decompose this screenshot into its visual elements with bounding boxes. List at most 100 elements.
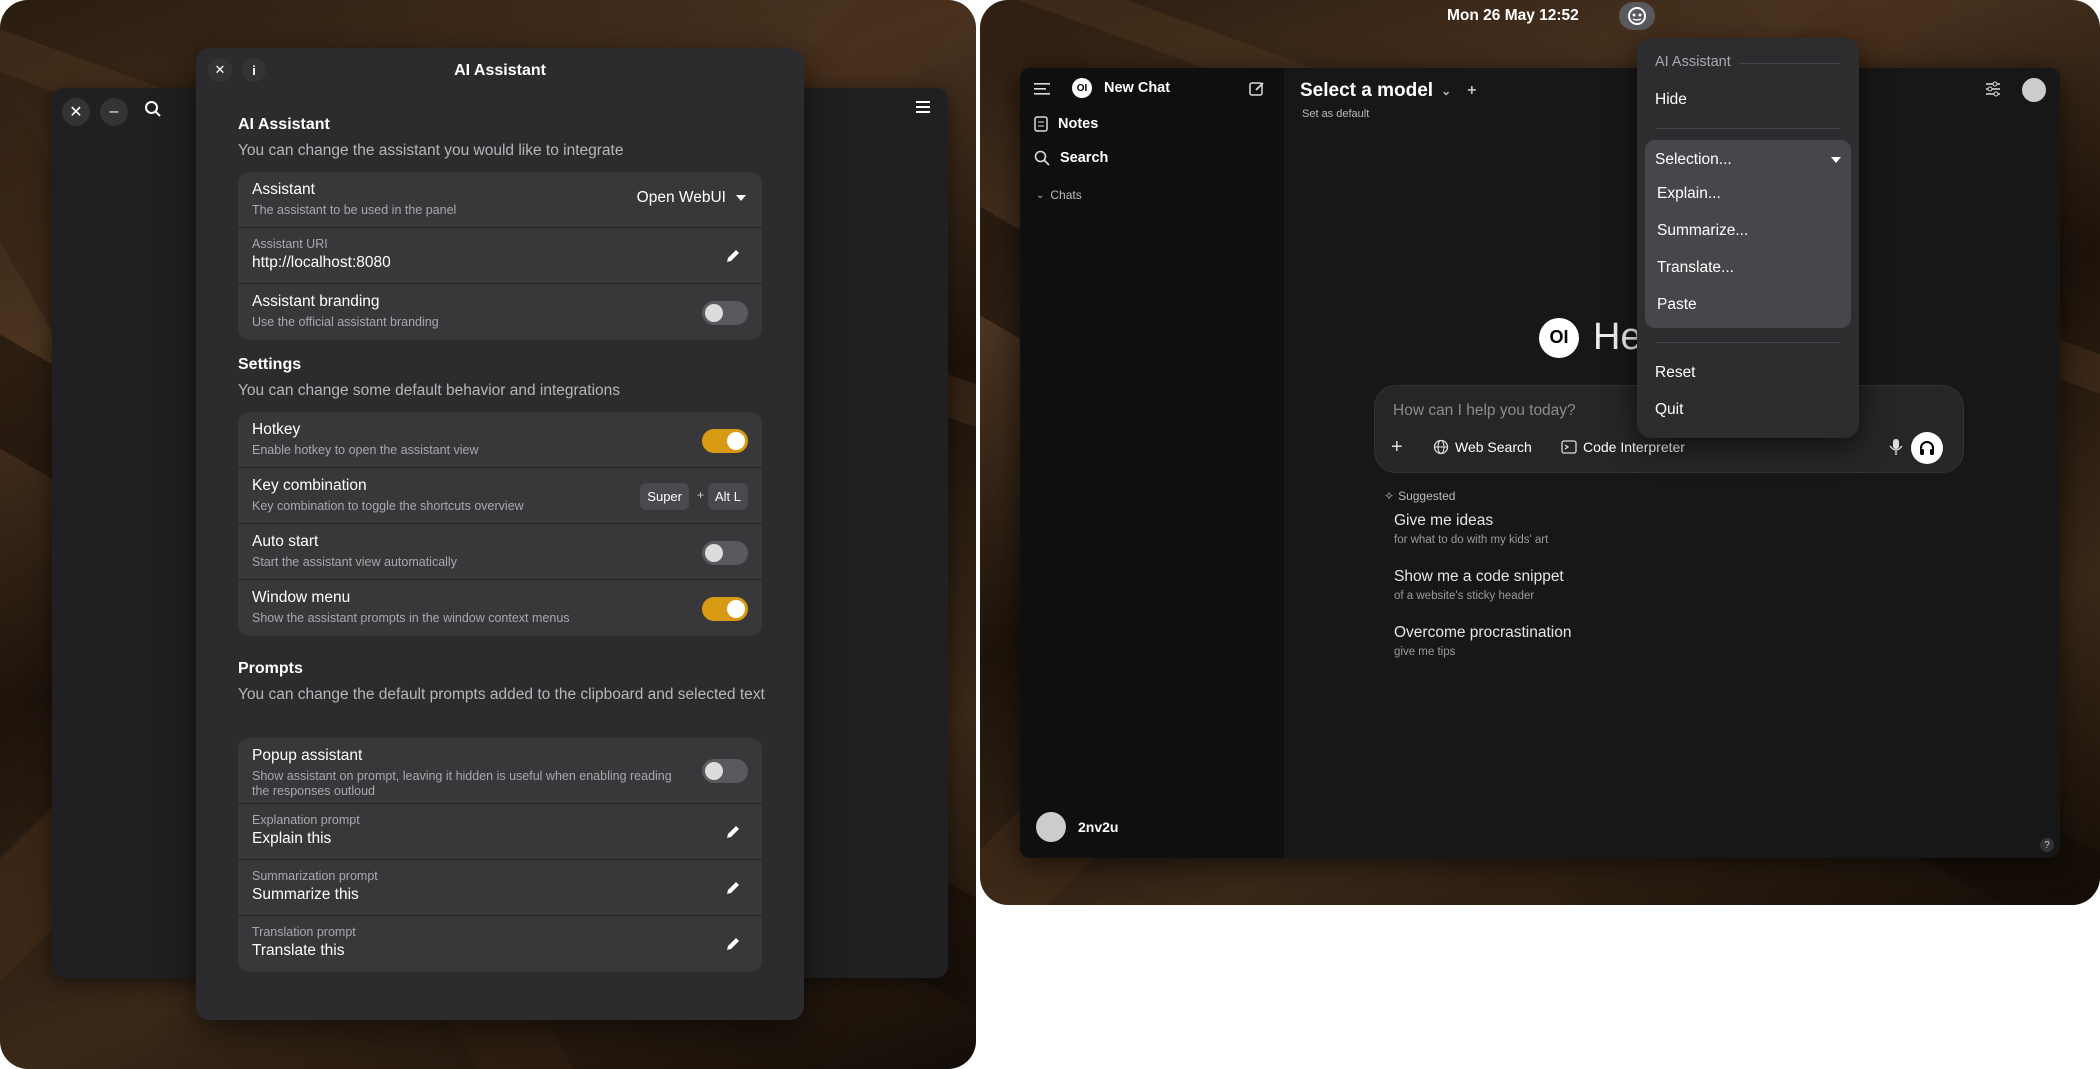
hamburger-menu-icon[interactable] — [916, 100, 930, 119]
code-interpreter-button[interactable]: Code Interpreter — [1561, 439, 1685, 455]
edit-pencil-icon[interactable] — [724, 247, 742, 265]
chats-label: Chats — [1050, 188, 1082, 202]
menu-item-reset[interactable]: Reset — [1655, 364, 1696, 382]
sidebar-toggle-icon[interactable] — [1034, 82, 1052, 101]
set-as-default-link[interactable]: Set as default — [1302, 108, 1369, 120]
row-label: Explanation prompt — [252, 813, 360, 827]
close-icon[interactable]: ✕ — [62, 98, 90, 126]
autostart-toggle[interactable] — [702, 541, 748, 565]
row-title: Assistant branding — [252, 293, 380, 310]
microphone-icon[interactable] — [1889, 438, 1903, 461]
assistant-tray-icon[interactable] — [1619, 2, 1655, 30]
row-subtitle: Show the assistant prompts in the window… — [252, 611, 570, 625]
row-label: Translation prompt — [252, 925, 356, 939]
code-interpreter-label: Code Interpreter — [1583, 439, 1685, 455]
model-selector[interactable]: Select a model ⌄ + — [1300, 80, 1476, 102]
username: 2nv2u — [1078, 819, 1119, 835]
minimize-icon[interactable]: – — [100, 98, 128, 126]
sidebar: OI New Chat Notes Search ⌄ Chats 2nv2u — [1020, 68, 1284, 858]
web-search-button[interactable]: Web Search — [1433, 439, 1532, 455]
assistant-uri-row[interactable]: Assistant URI http://localhost:8080 — [238, 228, 762, 284]
sidebar-item-label: Notes — [1058, 116, 1099, 132]
web-search-label: Web Search — [1455, 439, 1532, 455]
suggestion-subtitle: of a website's sticky header — [1394, 590, 1535, 602]
menu-separator — [1655, 128, 1841, 129]
chevron-down-icon: ⌄ — [1441, 84, 1452, 98]
assistant-group: Assistant The assistant to be used in th… — [238, 172, 762, 340]
search-icon[interactable] — [144, 100, 162, 123]
section-title-assistant: AI Assistant — [238, 116, 330, 133]
suggestion-title: Give me ideas — [1394, 512, 1494, 529]
section-desc-prompts: You can change the default prompts added… — [238, 686, 765, 703]
edit-pencil-icon[interactable] — [724, 879, 742, 897]
menu-item-quit[interactable]: Quit — [1655, 401, 1683, 419]
section-desc-assistant: You can change the assistant you would l… — [238, 142, 624, 159]
menu-header: AI Assistant — [1655, 54, 1731, 70]
row-title: Hotkey — [252, 421, 301, 438]
help-button[interactable]: ? — [2040, 838, 2054, 852]
sidebar-item-search[interactable]: Search — [1034, 150, 1108, 166]
auto-start-row: Auto start Start the assistant view auto… — [238, 524, 762, 580]
sparkle-icon: ✧ — [1384, 489, 1395, 503]
branding-toggle[interactable] — [702, 301, 748, 325]
row-subtitle: Enable hotkey to open the assistant view — [252, 443, 479, 457]
keycap-super: Super — [640, 483, 689, 510]
explanation-prompt-row[interactable]: Explanation prompt Explain this — [238, 804, 762, 860]
menu-item-hide[interactable]: Hide — [1655, 91, 1687, 109]
window-menu-toggle[interactable] — [702, 597, 748, 621]
notes-icon — [1034, 116, 1048, 132]
settings-group: Hotkey Enable hotkey to open the assista… — [238, 412, 762, 636]
search-icon — [1034, 150, 1050, 166]
openwebui-logo-icon: OI — [1539, 317, 1579, 358]
user-menu[interactable]: 2nv2u — [1036, 812, 1118, 842]
menu-item-explain[interactable]: Explain... — [1657, 185, 1721, 203]
new-chat-button[interactable]: OI New Chat — [1072, 78, 1170, 98]
window-menu-row: Window menu Show the assistant prompts i… — [238, 580, 762, 636]
key-combination-row[interactable]: Key combination Key combination to toggl… — [238, 468, 762, 524]
popup-toggle[interactable] — [702, 759, 748, 783]
row-title: Assistant — [252, 181, 315, 198]
assistant-row[interactable]: Assistant The assistant to be used in th… — [238, 172, 762, 228]
assistant-dropdown[interactable]: Open WebUI — [637, 189, 746, 207]
translation-prompt-row[interactable]: Translation prompt Translate this — [238, 916, 762, 972]
menu-item-selection[interactable]: Selection... — [1655, 146, 1841, 174]
menu-separator — [1655, 342, 1841, 343]
summarization-prompt-row[interactable]: Summarization prompt Summarize this — [238, 860, 762, 916]
menu-separator — [1739, 63, 1841, 64]
globe-icon — [1433, 439, 1449, 455]
model-selector-label: Select a model — [1300, 80, 1434, 101]
chevron-down-icon: ⌄ — [1036, 189, 1045, 201]
edit-pencil-icon[interactable] — [724, 823, 742, 841]
selection-label: Selection... — [1655, 151, 1732, 168]
controls-icon[interactable] — [1984, 80, 2002, 103]
row-title: Window menu — [252, 589, 351, 606]
menu-item-translate[interactable]: Translate... — [1657, 259, 1734, 277]
add-model-icon[interactable]: + — [1467, 82, 1476, 100]
row-value: Translate this — [252, 942, 345, 959]
menu-item-paste[interactable]: Paste — [1657, 296, 1697, 314]
edit-pencil-icon[interactable] — [724, 935, 742, 953]
greeting-text: He — [1593, 316, 1642, 358]
suggested-label: Suggested — [1398, 489, 1456, 503]
section-title-settings: Settings — [238, 356, 302, 373]
voice-mode-button[interactable] — [1911, 432, 1943, 464]
hotkey-toggle[interactable] — [702, 429, 748, 453]
menu-item-summarize[interactable]: Summarize... — [1657, 222, 1748, 240]
assistant-branding-row: Assistant branding Use the official assi… — [238, 284, 762, 340]
topbar-datetime[interactable]: Mon 26 May 12:52 — [1447, 7, 1579, 25]
add-attachment-icon[interactable]: + — [1391, 436, 1403, 459]
message-input[interactable]: How can I help you today? — [1393, 402, 1576, 420]
suggestion-title: Show me a code snippet — [1394, 568, 1564, 585]
popup-assistant-row: Popup assistant Show assistant on prompt… — [238, 738, 762, 804]
row-value: Explain this — [252, 830, 332, 847]
terminal-icon — [1561, 440, 1577, 454]
compose-icon[interactable] — [1248, 80, 1266, 103]
avatar[interactable] — [2022, 78, 2046, 102]
keycap-alt: Alt L — [707, 483, 748, 510]
section-title-prompts: Prompts — [238, 660, 303, 677]
row-title: Key combination — [252, 477, 367, 494]
row-subtitle: Key combination to toggle the shortcuts … — [252, 499, 524, 513]
row-title: Auto start — [252, 533, 319, 550]
chats-folder[interactable]: ⌄ Chats — [1036, 188, 1082, 202]
sidebar-item-notes[interactable]: Notes — [1034, 116, 1098, 132]
